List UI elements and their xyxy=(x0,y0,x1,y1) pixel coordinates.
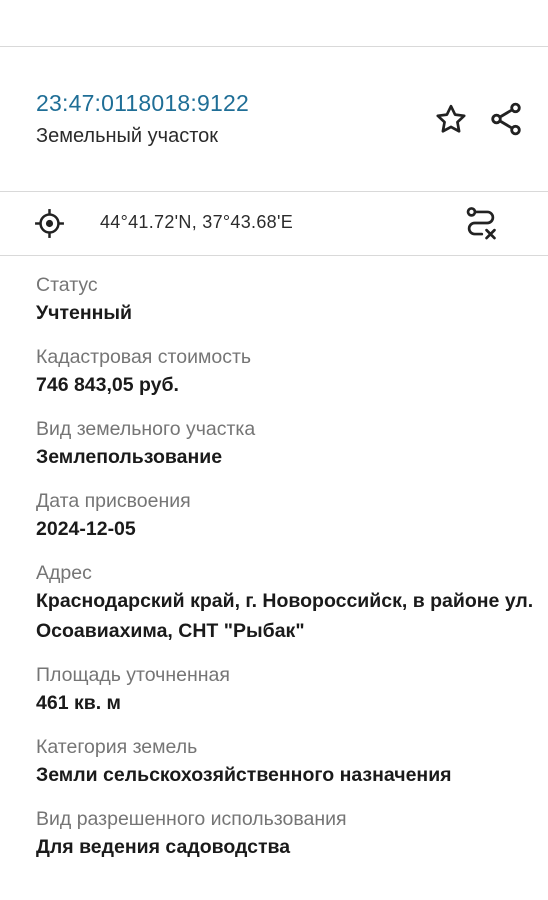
star-icon[interactable] xyxy=(433,102,469,138)
property-value: Краснодарский край, г. Новороссийск, в р… xyxy=(36,590,534,642)
property-status: Статус Учтенный xyxy=(36,272,536,328)
property-area: Площадь уточненная 461 кв. м xyxy=(36,662,536,718)
property-label: Вид разрешенного использования xyxy=(36,808,347,830)
property-land-category: Категория земель Земли сельскохозяйствен… xyxy=(36,734,536,790)
property-label: Площадь уточненная xyxy=(36,664,230,686)
property-value: 461 кв. м xyxy=(36,692,121,714)
property-assign-date: Дата присвоения 2024-12-05 xyxy=(36,488,536,544)
property-address: Адрес Краснодарский край, г. Новороссийс… xyxy=(36,560,536,646)
property-value: Земли сельскохозяйственного назначения xyxy=(36,764,452,786)
property-land-type: Вид земельного участка Землепользование xyxy=(36,416,536,472)
property-label: Категория земель xyxy=(36,736,198,758)
route-off-icon[interactable] xyxy=(462,204,500,242)
property-value: Землепользование xyxy=(36,446,223,468)
property-permitted-use: Вид разрешенного использования Для веден… xyxy=(36,806,536,862)
cadastral-number[interactable]: 23:47:0118018:9122 xyxy=(36,90,249,117)
property-value: Для ведения садоводства xyxy=(36,836,291,858)
property-value: Учтенный xyxy=(36,302,133,324)
property-cadastral-value: Кадастровая стоимость 746 843,05 руб. xyxy=(36,344,536,400)
property-label: Статус xyxy=(36,274,98,296)
crosshair-icon[interactable] xyxy=(33,207,66,240)
share-icon[interactable] xyxy=(487,100,525,138)
property-label: Вид земельного участка xyxy=(36,418,256,440)
coordinates-text[interactable]: 44°41.72'N, 37°43.68'E xyxy=(100,212,293,233)
property-value: 746 843,05 руб. xyxy=(36,374,179,396)
property-label: Адрес xyxy=(36,562,92,584)
property-label: Кадастровая стоимость xyxy=(36,346,252,368)
property-value: 2024-12-05 xyxy=(36,518,136,540)
property-list: Статус Учтенный Кадастровая стоимость 74… xyxy=(36,272,536,878)
property-label: Дата присвоения xyxy=(36,490,191,512)
object-type: Земельный участок xyxy=(36,125,219,147)
coordinates-divider xyxy=(0,255,548,256)
